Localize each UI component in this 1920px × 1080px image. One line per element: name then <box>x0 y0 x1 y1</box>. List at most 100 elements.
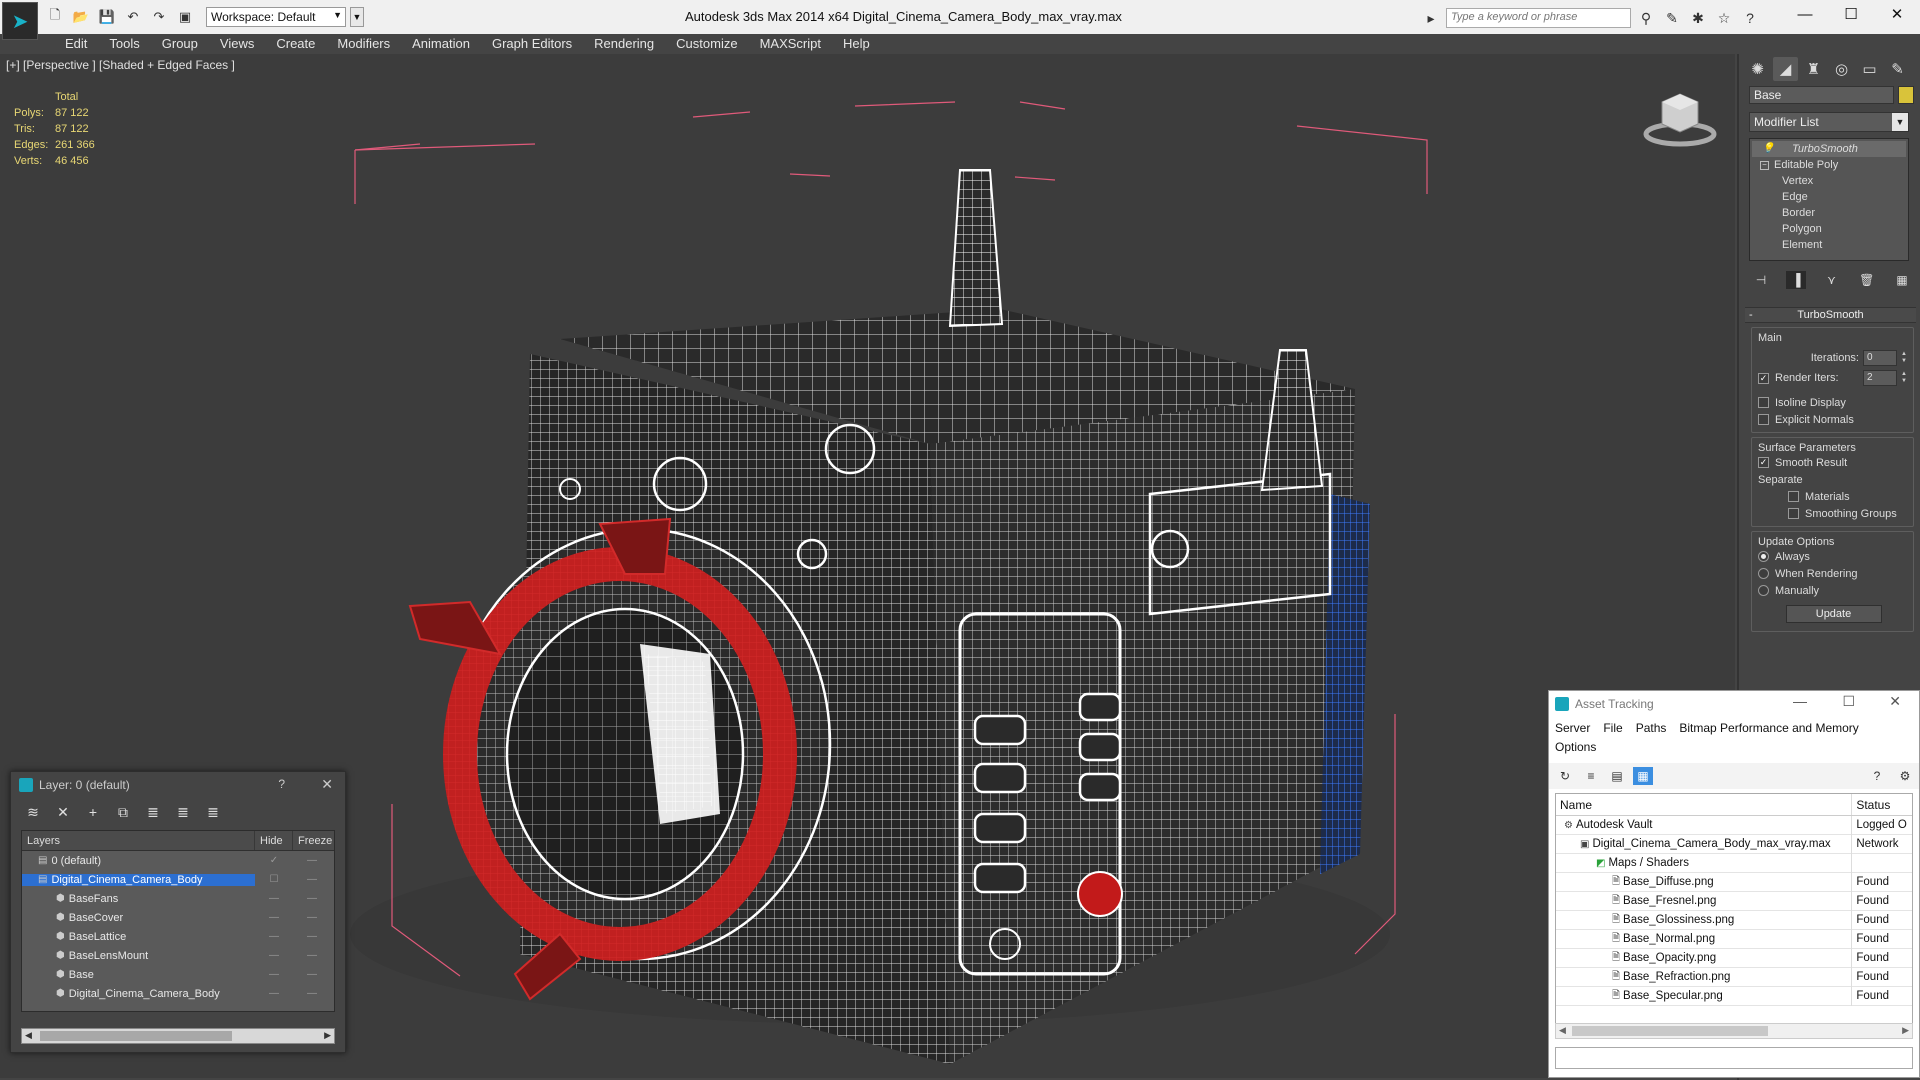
viewport-label-menu[interactable]: [+] [Perspective ] [Shaded + Edged Faces… <box>6 58 235 72</box>
column-header-status[interactable]: Status <box>1852 794 1912 815</box>
freeze-toggle[interactable]: — <box>293 912 331 923</box>
subscription-icon[interactable]: ✎ <box>1661 8 1683 28</box>
close-icon[interactable]: ✕ <box>321 776 333 793</box>
stack-subitem[interactable]: Vertex <box>1750 173 1908 189</box>
open-file-icon[interactable]: 📂 <box>70 7 92 27</box>
menu-item-group[interactable]: Group <box>151 34 209 54</box>
stack-item-turbosmooth[interactable]: 💡 TurboSmooth <box>1752 141 1906 157</box>
communication-icon[interactable]: ✱ <box>1687 8 1709 28</box>
horizontal-scrollbar[interactable]: ◀ ▶ <box>1555 1023 1913 1039</box>
add-to-layer-icon[interactable]: ⧉ <box>111 802 135 822</box>
stack-subitem[interactable]: Edge <box>1750 189 1908 205</box>
highlight-layer-icon[interactable]: ≣ <box>171 802 195 822</box>
settings-icon[interactable]: ⚙ <box>1895 767 1915 785</box>
menu-item-modifiers[interactable]: Modifiers <box>326 34 401 54</box>
motion-tab-icon[interactable]: ◎ <box>1829 57 1854 81</box>
list-view-icon[interactable]: ≡ <box>1581 767 1601 785</box>
column-header-layers[interactable]: Layers <box>22 831 255 850</box>
freeze-toggle[interactable]: — <box>293 855 331 866</box>
horizontal-scrollbar[interactable]: ◀ ▶ <box>21 1028 335 1044</box>
utilities-tab-icon[interactable]: ✎ <box>1885 57 1910 81</box>
favorites-star-icon[interactable]: ☆ <box>1713 8 1735 28</box>
hierarchy-tab-icon[interactable]: ♜ <box>1801 57 1826 81</box>
delete-layer-icon[interactable]: ✕ <box>51 802 75 822</box>
column-header-hide[interactable]: Hide <box>255 831 293 850</box>
workspace-select[interactable]: Workspace: Default ▼ <box>206 7 346 27</box>
help-icon[interactable]: ? <box>278 777 285 791</box>
configure-sets-icon[interactable]: ▦ <box>1892 271 1912 289</box>
asset-menu-item[interactable]: File <box>1603 719 1622 738</box>
layer-name-cell[interactable]: ⬢ BaseLensMount <box>22 950 255 962</box>
hide-toggle[interactable]: — <box>255 988 293 999</box>
scrollbar-thumb[interactable] <box>40 1031 232 1041</box>
column-header-name[interactable]: Name <box>1556 794 1853 815</box>
expand-arrow-icon[interactable]: ▸ <box>1420 8 1442 28</box>
asset-row[interactable]: 🗎 Base_Specular.png Found <box>1556 986 1912 1006</box>
asset-menu-item[interactable]: Bitmap Performance and Memory <box>1679 719 1858 738</box>
close-icon[interactable]: ✕ <box>1889 693 1901 710</box>
close-button[interactable]: ✕ <box>1874 0 1920 32</box>
maximize-icon[interactable]: ☐ <box>1842 693 1855 710</box>
render-iters-checkbox[interactable]: ✓ <box>1758 372 1769 384</box>
hide-layers-icon[interactable]: ≣ <box>201 802 225 822</box>
layer-row[interactable]: ⬢ Digital_Cinema_Camera_Body — — <box>22 984 334 1003</box>
layer-name-cell[interactable]: ⬢ Base <box>22 969 255 981</box>
asset-row[interactable]: 🗎 Base_Glossiness.png Found <box>1556 910 1912 930</box>
scroll-left-icon[interactable]: ◀ <box>1559 1025 1566 1036</box>
binoculars-icon[interactable]: ⚲ <box>1635 8 1657 28</box>
separate-smoothing-groups-checkbox[interactable] <box>1788 508 1799 519</box>
layer-manager-icon[interactable]: ≋ <box>21 802 45 822</box>
create-layer-icon[interactable]: + <box>81 802 105 822</box>
asset-tracking-titlebar[interactable]: Asset Tracking — ☐ ✕ <box>1549 691 1919 717</box>
asset-menu-item[interactable]: Paths <box>1636 719 1667 738</box>
save-file-icon[interactable]: 💾 <box>96 7 118 27</box>
scroll-left-icon[interactable]: ◀ <box>25 1030 32 1041</box>
viewcube[interactable] <box>1640 84 1720 157</box>
freeze-toggle[interactable]: — <box>293 931 331 942</box>
menu-item-rendering[interactable]: Rendering <box>583 34 665 54</box>
minimize-icon[interactable]: — <box>1793 693 1807 709</box>
refresh-icon[interactable]: ↻ <box>1555 767 1575 785</box>
scroll-right-icon[interactable]: ▶ <box>324 1030 331 1041</box>
isoline-display-checkbox[interactable] <box>1758 397 1769 408</box>
freeze-toggle[interactable]: — <box>293 950 331 961</box>
modifier-list-dropdown[interactable]: Modifier List ▼ <box>1749 112 1909 132</box>
hide-toggle[interactable]: — <box>255 912 293 923</box>
project-folder-icon[interactable]: ▣ <box>174 7 196 27</box>
help-icon[interactable]: ? <box>1739 8 1761 28</box>
asset-row[interactable]: ▣ Digital_Cinema_Camera_Body_max_vray.max… <box>1556 834 1912 854</box>
explicit-normals-checkbox[interactable] <box>1758 414 1769 425</box>
lightbulb-icon[interactable]: 💡 <box>1762 141 1774 157</box>
layer-explorer-titlebar[interactable]: Layer: 0 (default) ? ✕ <box>11 772 345 798</box>
layer-name-cell[interactable]: ⬢ BaseCover <box>22 912 255 924</box>
asset-menu-item[interactable]: Server <box>1555 719 1590 738</box>
thumbnail-view-icon[interactable]: ▤ <box>1607 767 1627 785</box>
hide-toggle[interactable]: ☐ <box>255 874 293 885</box>
asset-row[interactable]: 🗎 Base_Fresnel.png Found <box>1556 891 1912 911</box>
separate-materials-checkbox[interactable] <box>1788 491 1799 502</box>
hide-toggle[interactable]: — <box>255 950 293 961</box>
menu-item-customize[interactable]: Customize <box>665 34 748 54</box>
asset-row[interactable]: ◩ Maps / Shaders <box>1556 853 1912 873</box>
toolbar-dropdown-button[interactable]: ▼ <box>350 7 364 27</box>
menu-item-tools[interactable]: Tools <box>98 34 150 54</box>
stack-item-editable-poly[interactable]: − Editable Poly <box>1750 157 1908 173</box>
display-tab-icon[interactable]: ▭ <box>1857 57 1882 81</box>
menu-item-help[interactable]: Help <box>832 34 881 54</box>
spinner-arrows-icon[interactable]: ▲ ▼ <box>1901 371 1909 385</box>
asset-menu-item[interactable]: Options <box>1555 738 1596 757</box>
app-logo-button[interactable]: ➤ <box>2 2 38 40</box>
layer-name-cell[interactable]: ⬢ Digital_Cinema_Camera_Body <box>22 988 255 1000</box>
modify-tab-icon[interactable]: ◢ <box>1773 57 1798 81</box>
freeze-toggle[interactable]: — <box>293 988 331 999</box>
asset-row[interactable]: 🗎 Base_Diffuse.png Found <box>1556 872 1912 892</box>
menu-item-create[interactable]: Create <box>265 34 326 54</box>
stack-subitem[interactable]: Element <box>1750 237 1908 253</box>
new-file-icon[interactable]: 🗋 <box>44 7 66 27</box>
stack-subitem[interactable]: Polygon <box>1750 221 1908 237</box>
update-always-radio[interactable] <box>1758 551 1769 562</box>
remove-modifier-icon[interactable]: 🗑 <box>1857 271 1877 289</box>
update-button[interactable]: Update <box>1785 605 1882 623</box>
hide-toggle[interactable]: — <box>255 931 293 942</box>
pin-stack-icon[interactable]: ⊣ <box>1751 271 1771 289</box>
